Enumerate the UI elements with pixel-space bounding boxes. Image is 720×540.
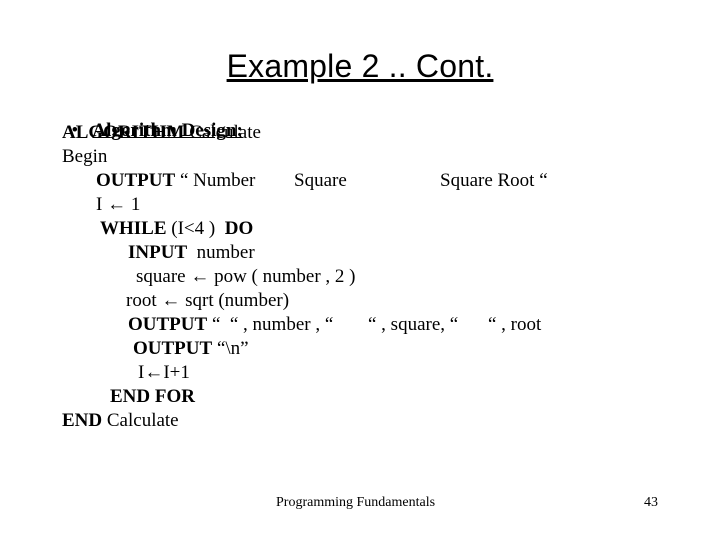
- footer-text: Programming Fundamentals: [276, 495, 436, 510]
- code-line-end-for: END FOR: [110, 386, 195, 407]
- code-line-input: INPUT number: [128, 242, 255, 264]
- keyword: OUTPUT: [133, 338, 213, 359]
- code-line-algorithm: ALGORITHM Calculate: [62, 122, 261, 144]
- code-text-square-root: Square Root “: [440, 170, 548, 191]
- code-line-increment: I←I+1: [138, 362, 190, 383]
- code-text: Calculate: [184, 122, 261, 143]
- code-text: Calculate: [102, 410, 179, 431]
- code-line-square: square ← pow ( number , 2 ): [136, 266, 356, 287]
- code-text: number: [187, 242, 255, 263]
- code-line-output-values: OUTPUT “ “ , number , “: [128, 314, 333, 336]
- keyword: DO: [224, 218, 254, 239]
- code-text: “\n”: [212, 338, 249, 359]
- page-number: 43: [644, 495, 658, 510]
- keyword: WHILE: [100, 218, 167, 239]
- code-text-square-arg: “ , square, “: [368, 314, 459, 335]
- code-text-square: Square: [294, 170, 347, 191]
- code-line-init: I ← 1: [96, 194, 141, 215]
- code-line-while: WHILE (I<4 ) DO: [100, 218, 253, 240]
- slide-title: Example 2 .. Cont.: [226, 48, 494, 84]
- code-line-root: root ← sqrt (number): [126, 290, 290, 311]
- keyword: END: [62, 410, 103, 431]
- keyword: OUTPUT: [96, 170, 176, 191]
- code-text: “ “ , number , “: [207, 314, 334, 335]
- code-line-output-newline: OUTPUT “\n”: [133, 338, 249, 360]
- code-text: (I<4 ): [166, 218, 225, 239]
- code-text-root-arg: “ , root: [488, 314, 542, 335]
- keyword: OUTPUT: [128, 314, 208, 335]
- keyword: INPUT: [128, 242, 188, 263]
- code-text: “ Number: [175, 170, 256, 191]
- code-line-end: END Calculate: [62, 410, 179, 432]
- keyword: ALGORITHM: [62, 122, 185, 143]
- code-line-output-header: OUTPUT “ Number: [96, 170, 255, 192]
- code-line-begin: Begin: [62, 146, 108, 167]
